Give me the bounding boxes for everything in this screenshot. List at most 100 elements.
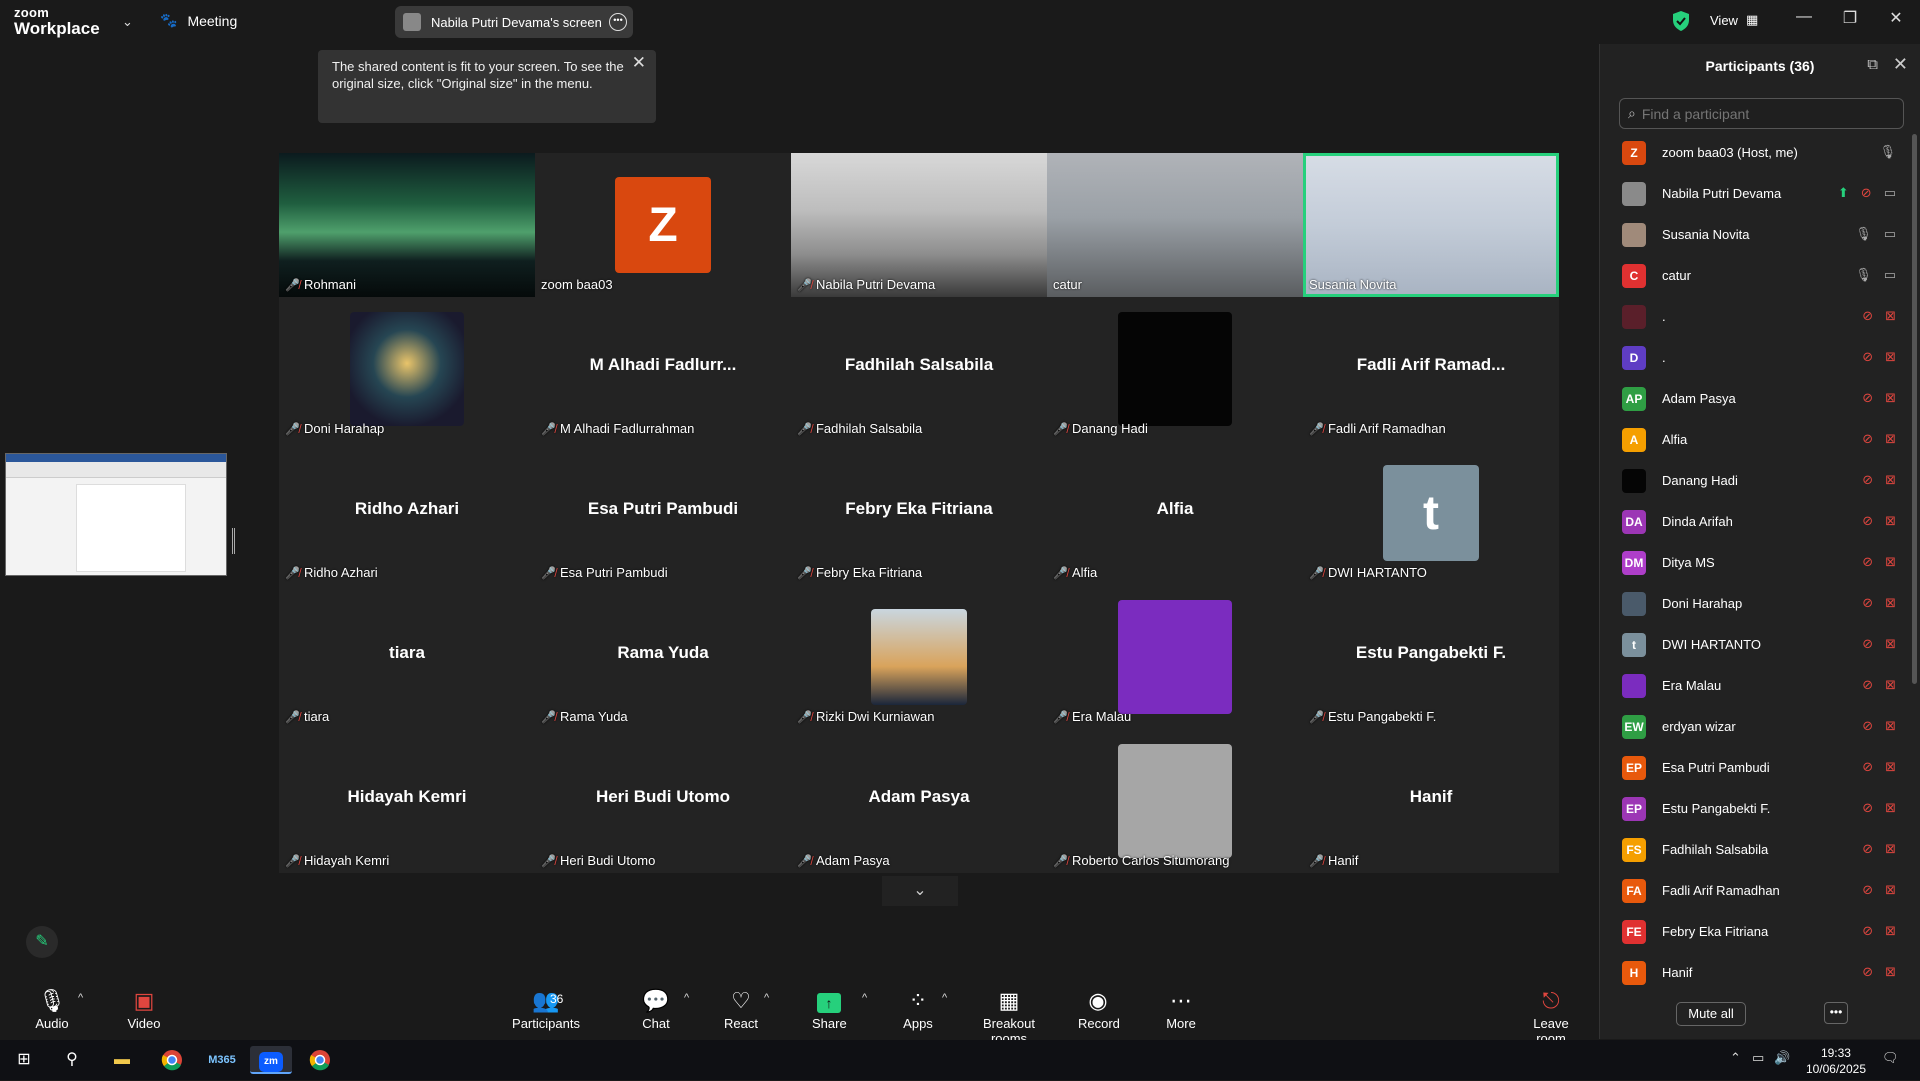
audio-button[interactable]: 🎙 Audio [34,988,70,1031]
search-input[interactable] [1641,105,1882,122]
more-button[interactable]: ⋯ More [1166,988,1196,1031]
participant-row[interactable]: FS Fadhilah Salsabila ⊘ ⊠ [1600,829,1908,870]
breakout-rooms-button[interactable]: ▦ Breakout rooms [966,988,1052,1046]
chrome-profile-icon[interactable] [302,1046,338,1074]
video-tile[interactable]: Estu Pangabekti F. 🎤̸ Estu Pangabekti F. [1303,585,1559,729]
participant-row[interactable]: AP Adam Pasya ⊘ ⊠ [1600,378,1908,419]
participant-row[interactable]: DM Ditya MS ⊘ ⊠ [1600,542,1908,583]
camera-off-icon[interactable]: ⊠ [1885,841,1896,857]
participant-row[interactable]: Doni Harahap ⊘ ⊠ [1600,583,1908,624]
camera-off-icon[interactable]: ⊠ [1885,308,1896,324]
chat-button[interactable]: 💬 Chat [640,988,672,1031]
camera-off-icon[interactable]: ⊠ [1885,923,1896,939]
mic-muted-icon[interactable]: ⊘ [1862,759,1873,775]
camera-icon[interactable]: ▭ [1884,185,1896,201]
video-tile[interactable]: 🎤̸ Nabila Putri Devama [791,153,1047,297]
tray-chevron-icon[interactable]: ⌃ [1730,1050,1741,1066]
close-tooltip-icon[interactable]: ✕ [632,54,646,71]
participant-row[interactable]: FA Fadli Arif Ramadhan ⊘ ⊠ [1600,870,1908,911]
video-tile[interactable]: 🎤̸ Roberto Carlos Situmorang [1047,729,1303,873]
camera-off-icon[interactable]: ⊠ [1885,390,1896,406]
participant-row[interactable]: EW erdyan wizar ⊘ ⊠ [1600,706,1908,747]
mic-muted-icon[interactable]: ⊘ [1862,595,1873,611]
screen-share-pill[interactable]: Nabila Putri Devama's screen ••• [395,6,633,38]
video-tile[interactable]: Fadli Arif Ramad... 🎤̸ Fadli Arif Ramadhan [1303,297,1559,441]
apps-caret-icon[interactable]: ^ [942,992,947,1004]
video-tile[interactable]: Rama Yuda 🎤̸ Rama Yuda [535,585,791,729]
camera-icon[interactable]: ▭ [1884,226,1896,242]
mic-muted-icon[interactable]: ⊘ [1862,554,1873,570]
windows-start-icon[interactable]: ⊞ [6,1046,42,1074]
video-tile[interactable]: Fadhilah Salsabila 🎤̸ Fadhilah Salsabila [791,297,1047,441]
participant-row[interactable]: A Alfia ⊘ ⊠ [1600,419,1908,460]
video-tile[interactable]: Hidayah Kemri 🎤̸ Hidayah Kemri [279,729,535,873]
participant-search[interactable]: ⌕ [1619,98,1904,129]
scroll-down-chevron-icon[interactable]: ⌄ [882,876,958,906]
video-tile[interactable]: Esa Putri Pambudi 🎤̸ Esa Putri Pambudi [535,441,791,585]
video-tile[interactable]: Febry Eka Fitriana 🎤̸ Febry Eka Fitriana [791,441,1047,585]
mic-muted-icon[interactable]: ⊘ [1862,390,1873,406]
audio-caret-icon[interactable]: ^ [78,992,83,1004]
video-tile[interactable]: 🎤̸ Rizki Dwi Kurniawan [791,585,1047,729]
resize-handle[interactable] [232,528,235,554]
chat-caret-icon[interactable]: ^ [684,992,689,1004]
video-tile[interactable]: catur [1047,153,1303,297]
zoom-workplace-logo[interactable]: zoom Workplace [14,6,100,37]
video-tile[interactable]: Heri Budi Utomo 🎤̸ Heri Budi Utomo [535,729,791,873]
mic-muted-icon[interactable]: ⊘ [1862,677,1873,693]
participant-row[interactable]: EP Esa Putri Pambudi ⊘ ⊠ [1600,747,1908,788]
leave-room-button[interactable]: ⎋ Leave room [1518,988,1584,1046]
participant-row[interactable]: FE Febry Eka Fitriana ⊘ ⊠ [1600,911,1908,952]
video-tile[interactable]: Zzoom baa03 [535,153,791,297]
participant-row[interactable]: Zzoom baa03 (Host, me) 🎙 [1600,132,1908,173]
camera-off-icon[interactable]: ⊠ [1885,431,1896,447]
camera-off-icon[interactable]: ⊠ [1885,636,1896,652]
participant-row[interactable]: DA Dinda Arifah ⊘ ⊠ [1600,501,1908,542]
m365-icon[interactable]: M365 [204,1046,240,1074]
camera-icon[interactable]: ▭ [1884,267,1896,283]
shared-screen-thumbnail[interactable] [5,453,227,576]
chevron-down-icon[interactable]: ⌄ [122,14,133,30]
camera-off-icon[interactable]: ⊠ [1885,882,1896,898]
video-tile[interactable]: Adam Pasya 🎤̸ Adam Pasya [791,729,1047,873]
video-tile[interactable]: M Alhadi Fadlurr... 🎤̸ M Alhadi Fadlurrahm… [535,297,791,441]
share-button[interactable]: ↑ Share [812,988,847,1031]
mic-muted-icon[interactable]: ⊘ [1862,800,1873,816]
camera-off-icon[interactable]: ⊠ [1885,677,1896,693]
mic-muted-icon[interactable]: ⊘ [1862,923,1873,939]
video-tile[interactable]: Alfia 🎤̸ Alfia [1047,441,1303,585]
video-tile[interactable]: Hanif 🎤̸ Hanif [1303,729,1559,873]
apps-button[interactable]: ⁘ Apps [902,988,934,1031]
participant-row[interactable]: . ⊘ ⊠ [1600,296,1908,337]
zoom-taskbar-icon[interactable]: zm [250,1046,292,1074]
react-caret-icon[interactable]: ^ [764,992,769,1004]
scrollbar[interactable] [1912,134,1917,684]
mic-muted-icon[interactable]: ⊘ [1862,964,1873,980]
mic-muted-icon[interactable]: ⊘ [1862,841,1873,857]
video-tile[interactable]: t 🎤̸ DWI HARTANTO [1303,441,1559,585]
participant-row[interactable]: Nabila Putri Devama ⬆ ⊘ ▭ [1600,173,1908,214]
participant-row[interactable]: H Hanif ⊘ ⊠ [1600,952,1908,993]
share-caret-icon[interactable]: ^ [862,992,867,1004]
volume-icon[interactable]: 🔊 [1774,1050,1790,1066]
mic-icon[interactable]: 🎙 [1855,226,1872,242]
video-tile[interactable]: Susania Novita [1303,153,1559,297]
camera-off-icon[interactable]: ⊠ [1885,718,1896,734]
camera-off-icon[interactable]: ⊠ [1885,800,1896,816]
video-button[interactable]: ▣ Video [126,988,162,1031]
camera-off-icon[interactable]: ⊠ [1885,472,1896,488]
mic-muted-icon[interactable]: ⊘ [1862,636,1873,652]
network-icon[interactable]: ▭ [1752,1050,1764,1066]
camera-off-icon[interactable]: ⊠ [1885,595,1896,611]
shield-icon[interactable] [1672,10,1690,32]
more-options-icon[interactable]: ••• [609,13,627,31]
restore-icon[interactable]: ❐ [1830,8,1870,28]
mic-muted-icon[interactable]: ⊘ [1862,718,1873,734]
notifications-icon[interactable]: 🗨 [1882,1050,1899,1066]
system-clock[interactable]: 19:33 10/06/2025 [1806,1045,1866,1077]
participant-row[interactable]: Ccatur 🎙 ▭ [1600,255,1908,296]
camera-off-icon[interactable]: ⊠ [1885,349,1896,365]
participants-button[interactable]: 👥 36 Participants [512,988,580,1031]
video-tile[interactable]: Ridho Azhari 🎤̸ Ridho Azhari [279,441,535,585]
participant-row[interactable]: Susania Novita 🎙 ▭ [1600,214,1908,255]
